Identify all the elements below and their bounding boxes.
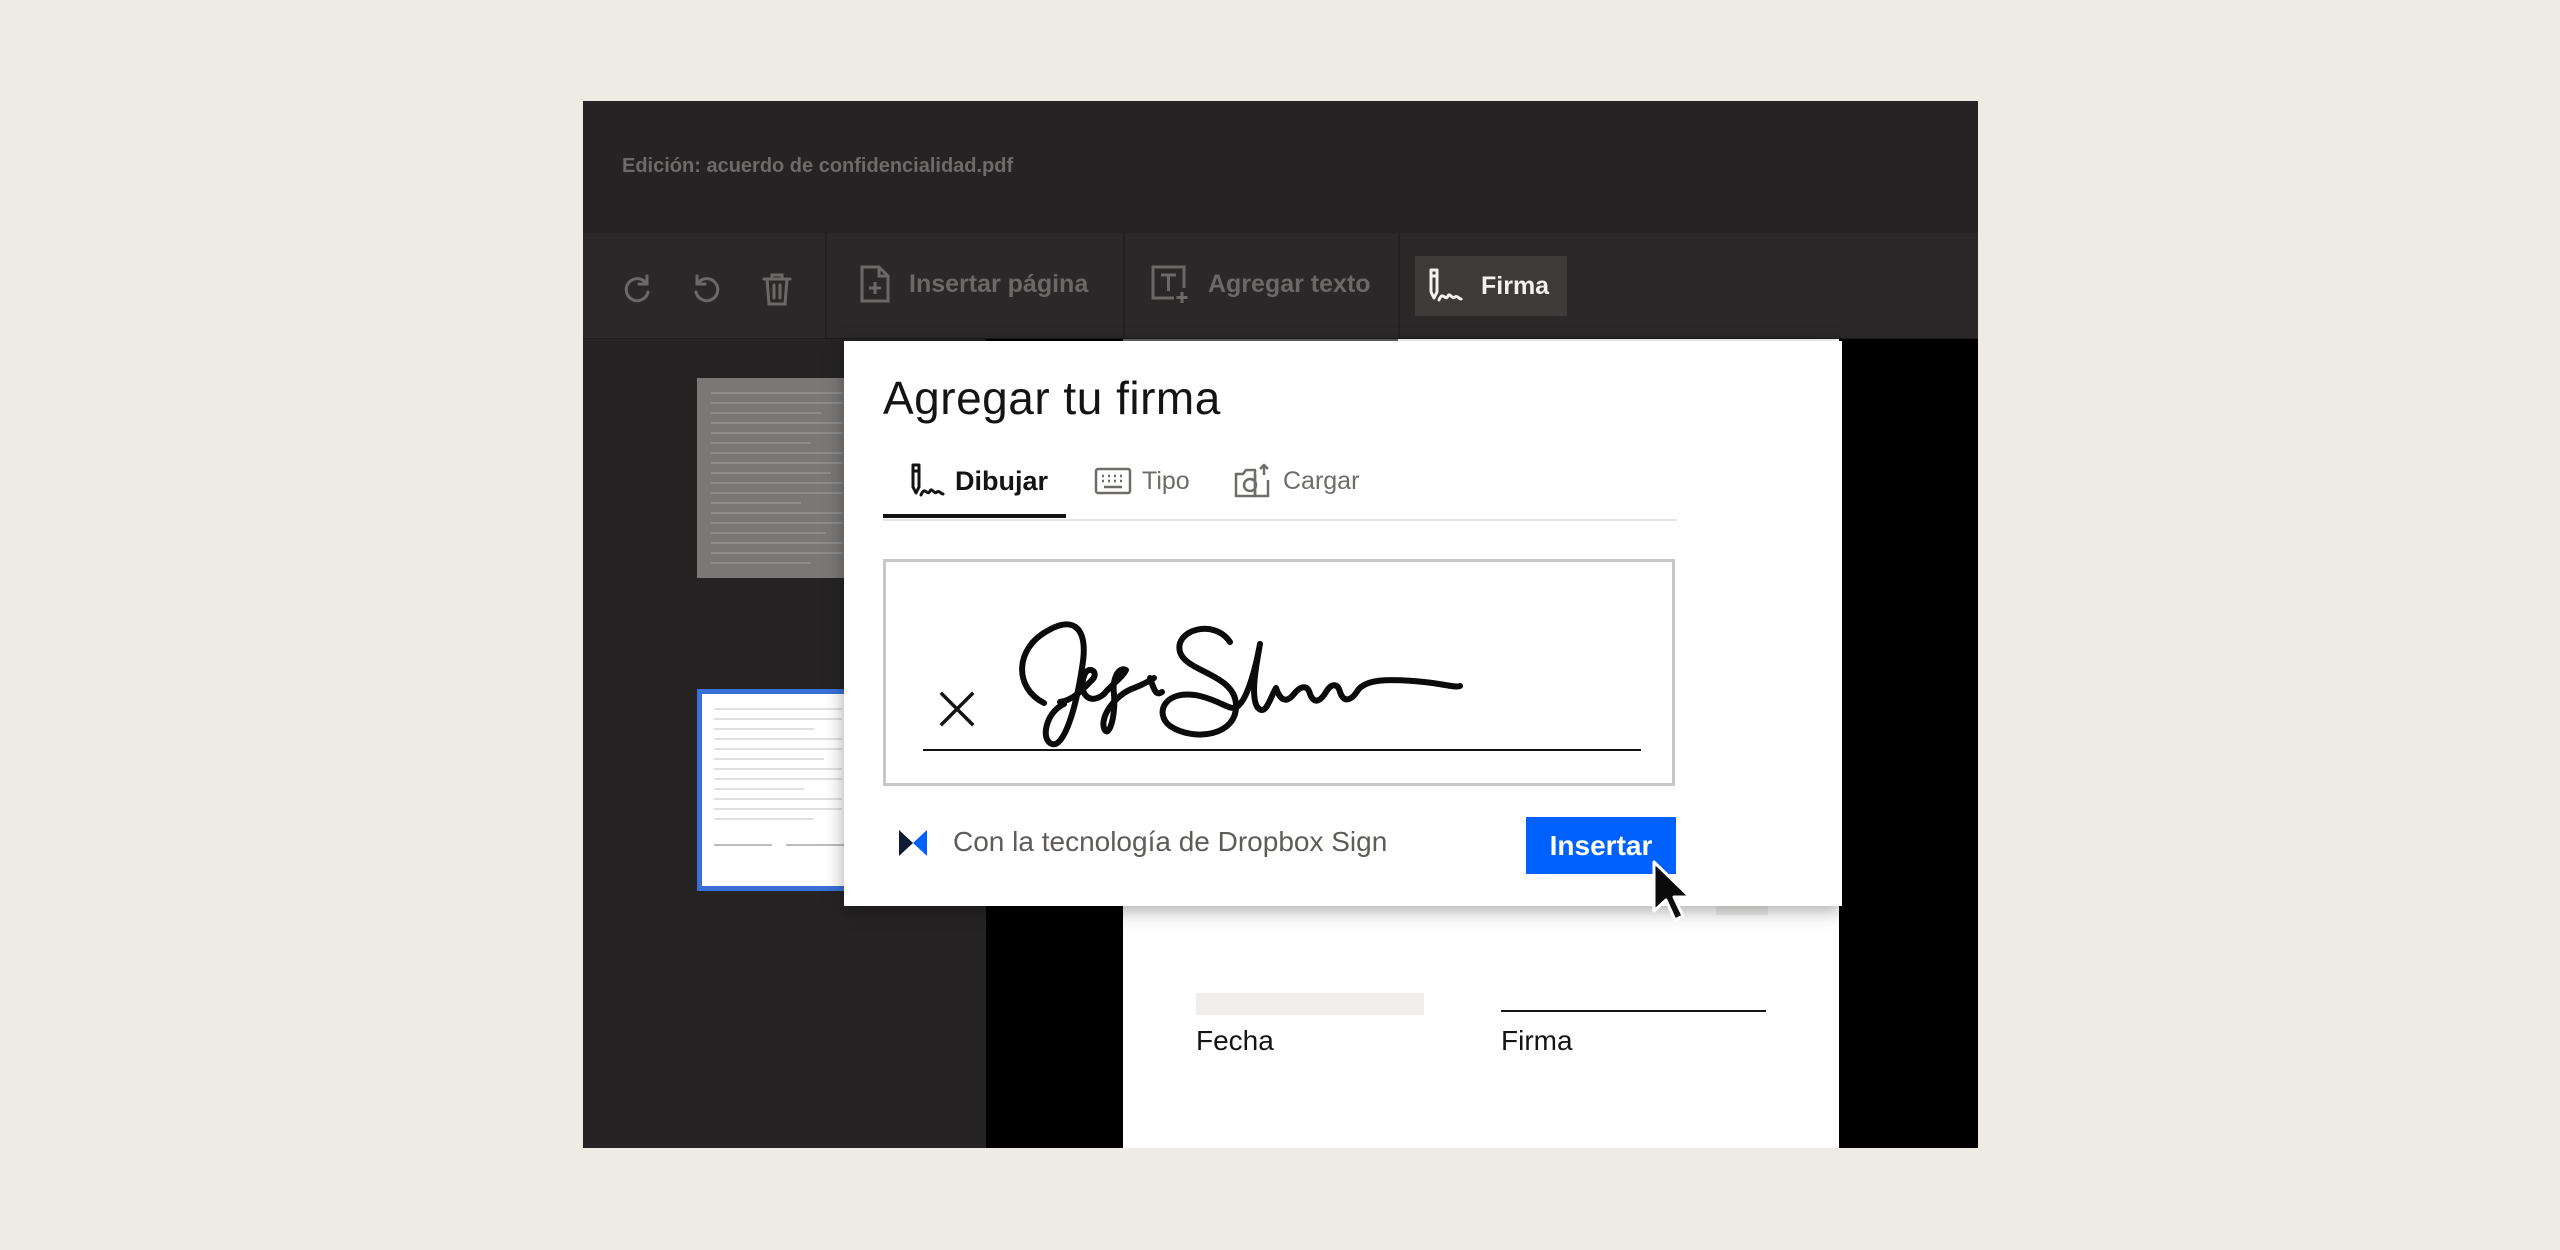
insert-page-label: Insertar página <box>909 269 1089 298</box>
signature-method-tabs: Dibujar Tipo Cargar <box>883 445 1677 521</box>
tab-type[interactable]: Tipo <box>1094 445 1190 517</box>
pen-signature-icon <box>911 463 945 497</box>
add-text-button[interactable]: Agregar texto <box>1150 253 1371 315</box>
redo-icon[interactable] <box>619 271 655 307</box>
undo-icon[interactable] <box>689 271 725 307</box>
tab-draw-label: Dibujar <box>955 465 1049 496</box>
pen-signature-icon <box>1429 268 1463 302</box>
toolbar-separator <box>1398 233 1400 338</box>
toolbar-separator <box>825 233 827 338</box>
page-thumbnail-1[interactable] <box>697 378 857 578</box>
powered-by-text: Con la tecnología de Dropbox Sign <box>953 826 1388 857</box>
signature-draw-canvas[interactable] <box>883 559 1675 786</box>
drawn-signature <box>1019 621 1463 748</box>
camera-upload-icon <box>1234 463 1270 498</box>
date-label: Fecha <box>1196 1025 1274 1056</box>
page-thumbnail-2-selected[interactable] <box>697 689 859 891</box>
window-title: Edición: acuerdo de confidencialidad.pdf <box>622 155 1014 177</box>
title-bar: Edición: acuerdo de confidencialidad.pdf <box>583 101 1978 233</box>
signature-tool-button[interactable]: Firma <box>1415 256 1567 316</box>
signature-tool-label: Firma <box>1481 271 1550 300</box>
close-icon[interactable] <box>938 690 976 728</box>
keyboard-icon <box>1094 467 1132 495</box>
tab-upload[interactable]: Cargar <box>1233 445 1359 517</box>
tab-upload-label: Cargar <box>1283 466 1360 495</box>
tab-type-label: Tipo <box>1142 466 1190 495</box>
tab-draw[interactable]: Dibujar <box>905 445 1048 517</box>
mouse-pointer-icon <box>1652 860 1692 922</box>
active-tab-indicator <box>883 514 1066 518</box>
insert-page-button[interactable]: Insertar página <box>859 253 1088 315</box>
toolbar-separator <box>1123 233 1125 338</box>
add-text-label: Agregar texto <box>1208 269 1371 298</box>
signature-field-line[interactable] <box>1501 1010 1766 1012</box>
trash-icon[interactable] <box>759 271 795 307</box>
signature-label: Firma <box>1501 1025 1573 1056</box>
toolbar: Insertar página Agregar texto Firma <box>583 233 1978 339</box>
dropbox-sign-logo-icon <box>899 830 927 856</box>
add-signature-dialog: Agregar tu firma Dibujar Tipo Cargar Con… <box>844 341 1842 906</box>
dialog-title: Agregar tu firma <box>883 372 1221 424</box>
signature-baseline <box>923 749 1641 751</box>
date-field[interactable] <box>1196 993 1424 1015</box>
text-plus-icon <box>1151 265 1188 303</box>
file-plus-icon <box>860 265 890 303</box>
